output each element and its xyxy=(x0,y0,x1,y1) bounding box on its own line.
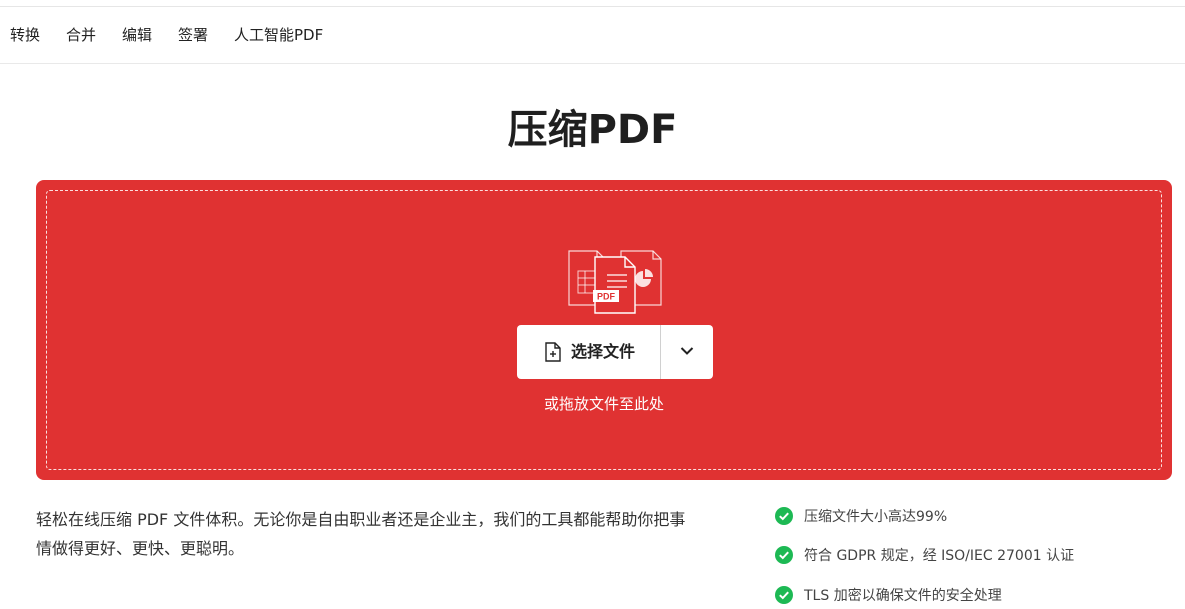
nav-item-merge[interactable]: 合并 xyxy=(66,25,96,45)
add-file-icon xyxy=(545,342,561,362)
check-circle-icon xyxy=(775,507,793,525)
choose-file-label: 选择文件 xyxy=(571,342,636,361)
file-stack-icon: PDF xyxy=(568,250,662,314)
check-circle-icon xyxy=(775,586,793,604)
chevron-down-icon xyxy=(680,347,694,355)
dropzone-border: PDF 选择文件 或拖放文件至此处 xyxy=(46,190,1162,470)
choose-file-button[interactable]: 选择文件 xyxy=(517,325,660,379)
file-dropzone[interactable]: PDF 选择文件 或拖放文件至此处 xyxy=(36,180,1172,480)
page-description: 轻松在线压缩 PDF 文件体积。无论你是自由职业者还是企业主，我们的工具都能帮助… xyxy=(36,510,686,558)
check-circle-icon xyxy=(775,546,793,564)
page-title: 压缩PDF xyxy=(507,107,678,153)
top-nav: 转换 合并 编辑 签署 人工智能PDF xyxy=(0,7,1185,64)
nav-item-edit[interactable]: 编辑 xyxy=(122,25,152,45)
pdf-badge-text: PDF xyxy=(597,292,616,302)
feature-text: 压缩文件大小高达99% xyxy=(804,509,948,525)
nav-item-convert[interactable]: 转换 xyxy=(10,25,40,45)
nav-item-sign[interactable]: 签署 xyxy=(178,25,208,45)
drop-hint: 或拖放文件至此处 xyxy=(543,395,664,413)
nav-item-ai-pdf[interactable]: 人工智能PDF xyxy=(234,25,323,45)
upload-options-dropdown[interactable] xyxy=(661,325,713,379)
feature-text: 符合 GDPR 规定，经 ISO/IEC 27001 认证 xyxy=(804,548,1075,564)
feature-text: TLS 加密以确保文件的安全处理 xyxy=(804,588,1002,604)
